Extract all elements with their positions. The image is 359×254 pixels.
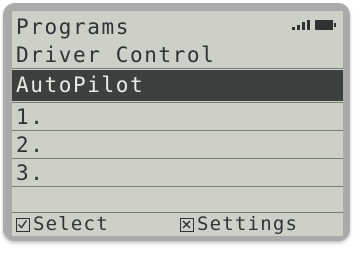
divider <box>12 130 343 131</box>
status-icons <box>292 20 336 30</box>
battery-icon <box>315 20 336 30</box>
lcd-screen: Programs Driver Control AutoPilot 1. 2. … <box>12 11 343 236</box>
screen-subtitle: Driver Control <box>16 43 216 67</box>
signal-strength-icon <box>292 27 295 30</box>
signal-strength-icon-bar-4 <box>307 20 310 30</box>
menu-item-2[interactable]: 2. <box>12 132 343 159</box>
select-label: Select <box>33 213 109 235</box>
settings-softkey[interactable]: Settings <box>180 213 298 236</box>
x-box-icon <box>180 217 194 232</box>
menu-item-1[interactable]: 1. <box>12 104 343 131</box>
softkey-bar: Select Settings <box>12 213 343 236</box>
signal-strength-icon-bar-3 <box>302 22 305 30</box>
divider <box>12 102 343 103</box>
menu-item-3[interactable]: 3. <box>12 160 343 187</box>
divider <box>12 186 343 187</box>
menu-item-autopilot[interactable]: AutoPilot <box>12 70 343 101</box>
device-bezel: Programs Driver Control AutoPilot 1. 2. … <box>3 3 350 241</box>
signal-strength-icon-bar-2 <box>297 25 300 30</box>
check-box-icon <box>16 217 30 232</box>
divider <box>12 158 343 159</box>
select-softkey[interactable]: Select <box>16 213 109 236</box>
settings-label: Settings <box>197 213 299 235</box>
